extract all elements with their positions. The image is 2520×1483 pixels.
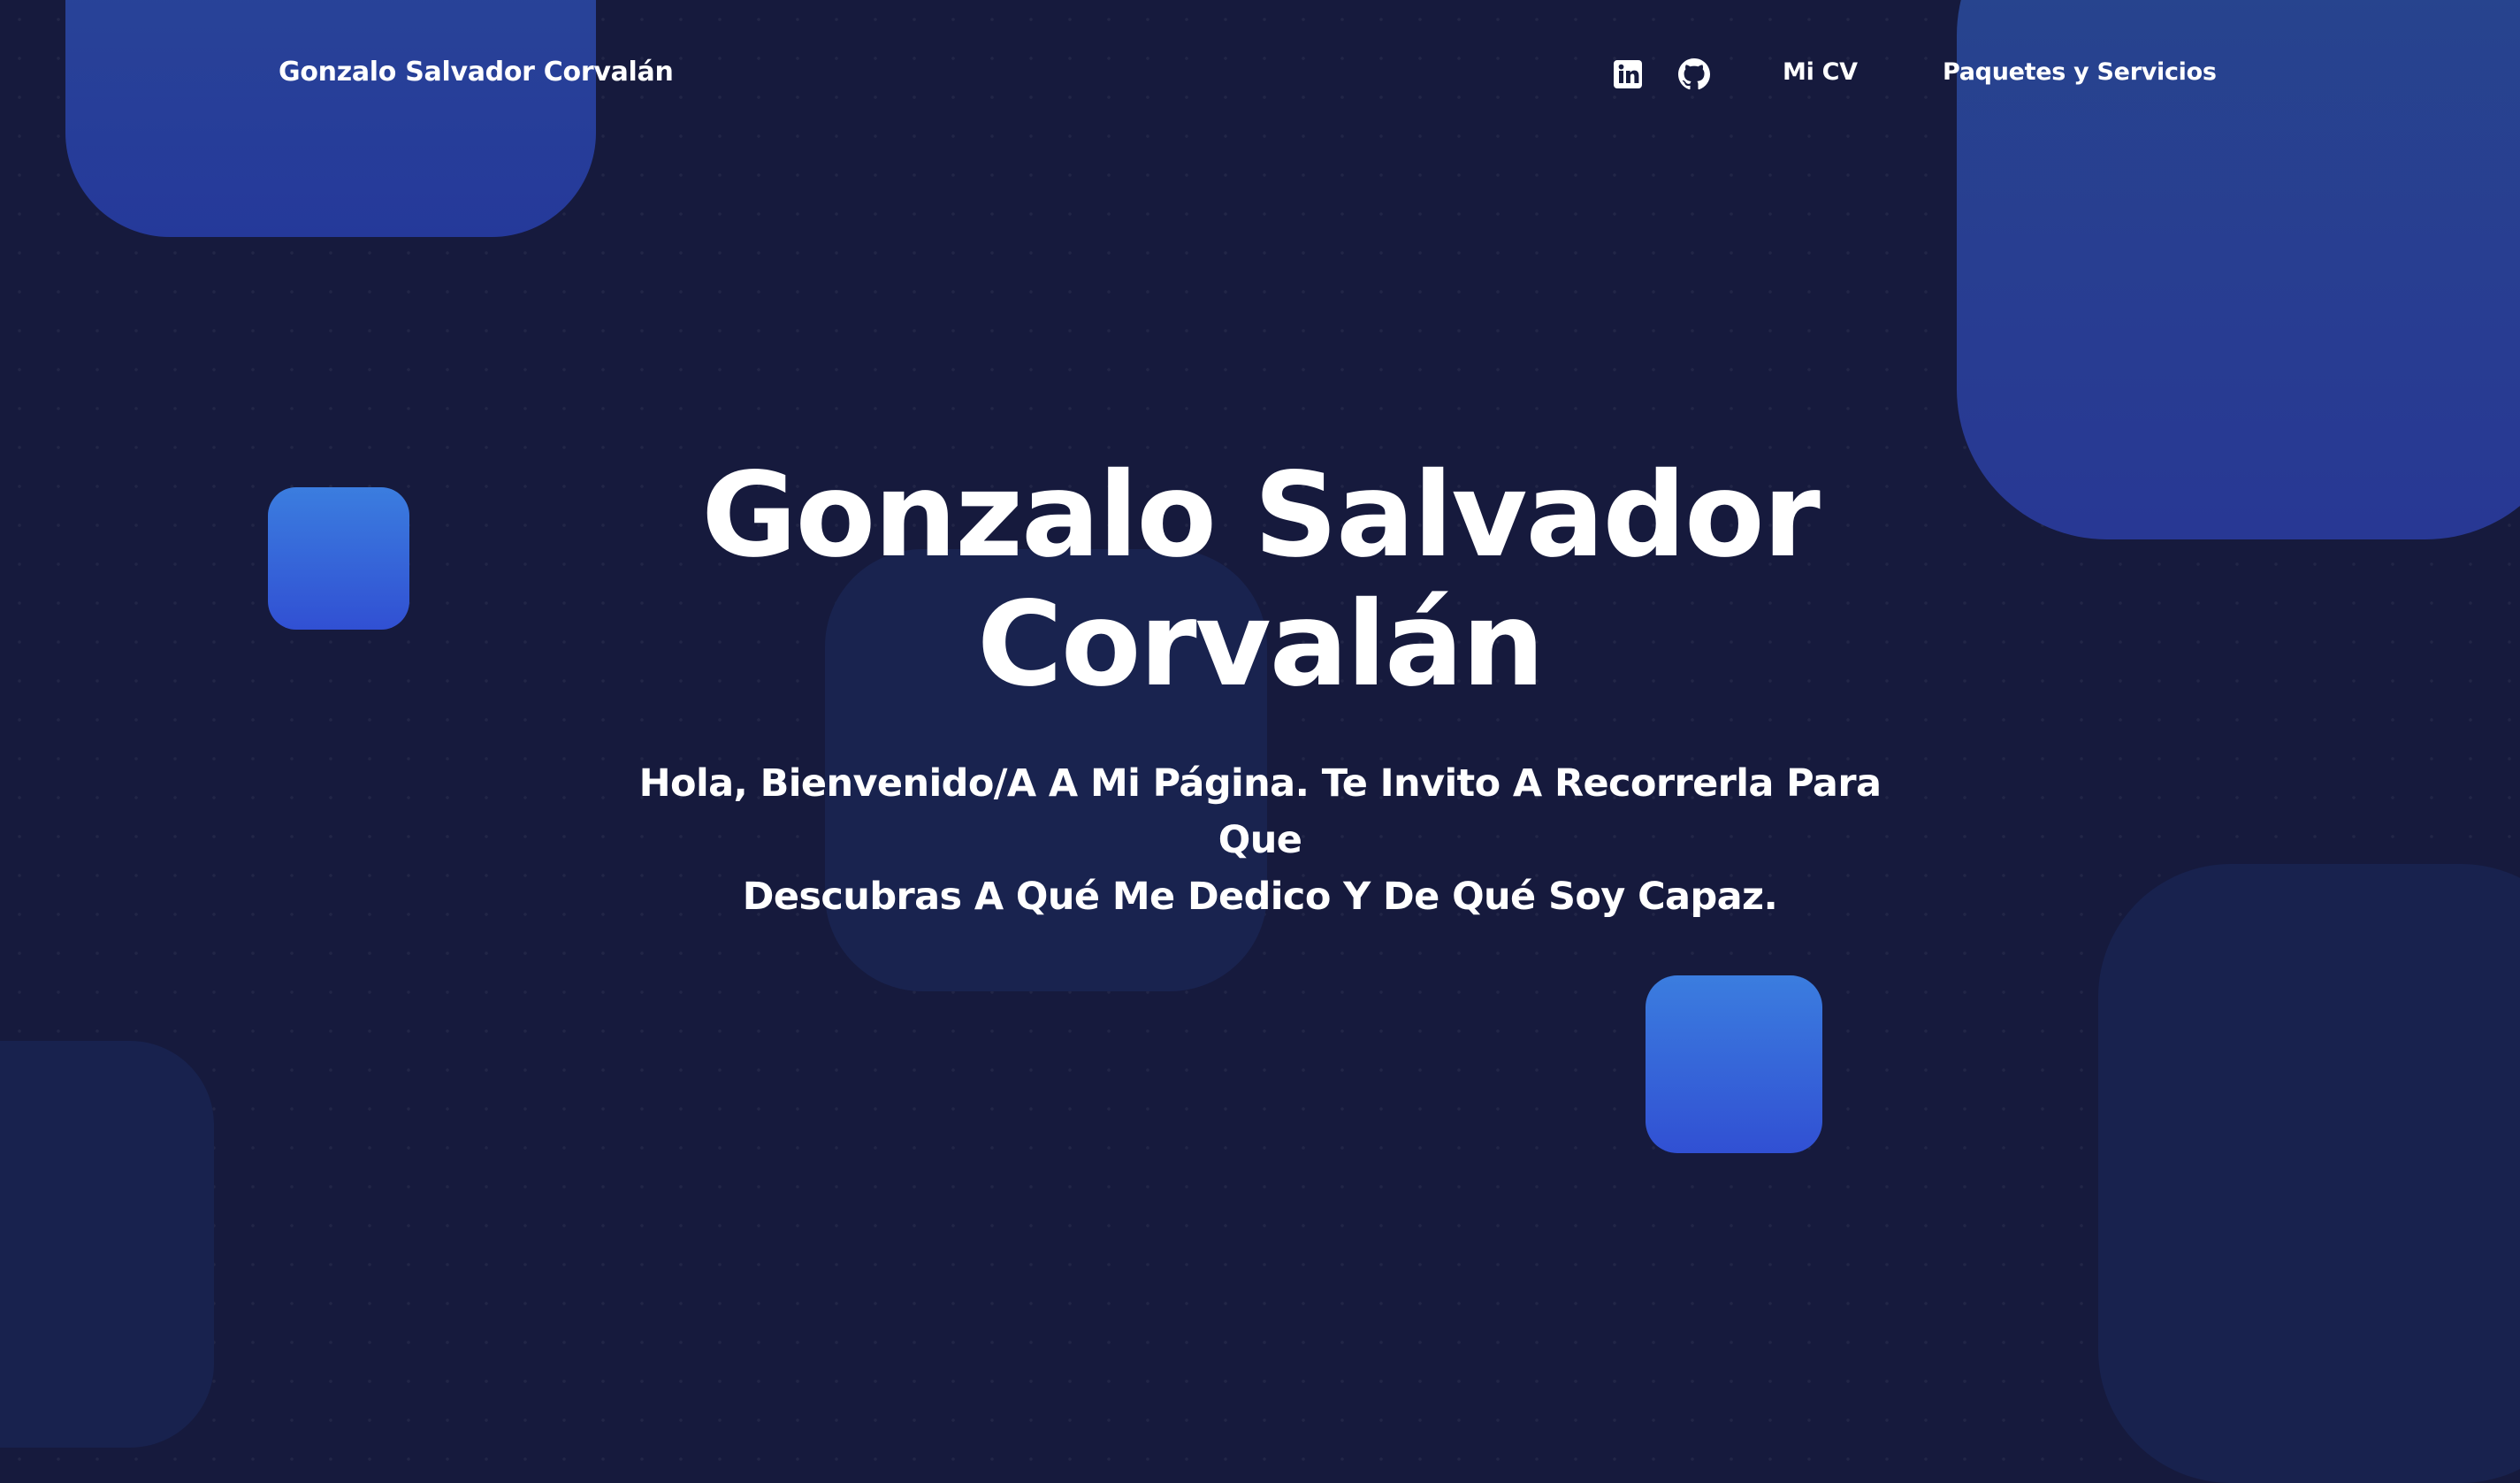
decorative-square-right [1646, 975, 1822, 1153]
brand-link[interactable]: Gonzalo Salvador Corvalán [279, 57, 674, 88]
github-icon-graphic [1678, 58, 1710, 90]
hero-title: Gonzalo Salvador Corvalán [0, 451, 2520, 709]
github-icon[interactable] [1678, 58, 1710, 90]
decorative-shape-bottom-right [2098, 864, 2520, 1483]
hero-title-line-1: Gonzalo Salvador [701, 447, 1821, 584]
nav-link-cv[interactable]: Mi CV [1783, 58, 1858, 86]
hero-subtitle: Hola, Bienvenido/A A Mi Página. Te Invit… [606, 755, 1914, 925]
linkedin-icon[interactable] [1612, 58, 1644, 90]
nav-link-services[interactable]: Paquetes y Servicios [1943, 58, 2217, 86]
navbar: Gonzalo Salvador Corvalán Mi CV Paquetes… [0, 0, 2520, 150]
linkedin-icon-graphic [1614, 60, 1642, 88]
hero-subtitle-line-2: Descubras A Qué Me Dedico Y De Qué Soy C… [742, 875, 1778, 919]
hero-section: Gonzalo Salvador Corvalán Hola, Bienveni… [0, 451, 2520, 925]
hero-title-line-2: Corvalán [976, 577, 1545, 713]
hero-subtitle-line-1: Hola, Bienvenido/A A Mi Página. Te Invit… [638, 761, 1882, 862]
decorative-shape-bottom-left [0, 1041, 214, 1448]
